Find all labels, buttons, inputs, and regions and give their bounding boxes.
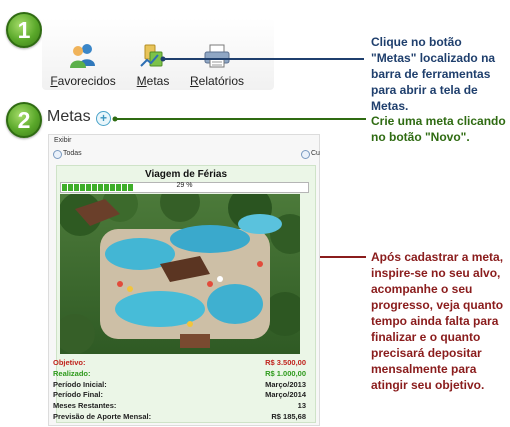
new-goal-button[interactable]: + (96, 111, 111, 126)
goal-detail-label: Período Final: (53, 390, 104, 400)
metas-title: Metas (47, 108, 91, 125)
note-step2: Crie uma meta clicando no botão "Novo". (371, 114, 506, 144)
goal-detail-label: Previsão de Aporte Mensal: (53, 412, 152, 421)
goal-detail-label: Objetivo: (53, 358, 86, 367)
goal-progress-text: 29 % (176, 182, 193, 189)
connector-step1 (160, 56, 364, 62)
goal-detail-value: R$ 1.000,00 (265, 368, 306, 378)
goal-detail-row: Meses Restantes: 13 (53, 401, 306, 410)
goal-progress-bar: 29 % (60, 182, 309, 193)
filter-other-label: Cu (311, 150, 320, 157)
connector-step2 (112, 116, 366, 122)
goal-card[interactable]: Viagem de Férias 29 % Objetivo: R$ 3.500… (53, 165, 316, 423)
goal-detail-row: Objetivo: R$ 3.500,00 (53, 358, 306, 367)
goal-detail-value: Março/2014 (265, 390, 306, 400)
goal-detail-row: Período Final: Março/2014 (53, 390, 306, 399)
goal-detail-label: Meses Restantes: (53, 401, 117, 411)
goal-detail-row: Previsão de Aporte Mensal: R$ 185,68 (53, 412, 306, 421)
goal-detail-row: Realizado: R$ 1.000,00 (53, 369, 306, 378)
goal-detail-value: Março/2013 (265, 379, 306, 389)
goal-detail-label: Período Inicial: (53, 379, 107, 389)
goal-detail-label: Realizado: (53, 368, 91, 378)
filter-label: Exibir (54, 137, 72, 144)
filter-other-radio[interactable] (301, 150, 310, 159)
goal-detail-row: Período Inicial: Março/2013 (53, 380, 306, 389)
note-goal: Após cadastrar a meta, inspire-se no seu… (371, 250, 504, 392)
filter-all-label: Todas (63, 150, 82, 157)
goal-detail-value: R$ 185,68 (271, 412, 306, 421)
filter-all-radio[interactable] (53, 150, 62, 159)
step-2-badge: 2 (6, 102, 42, 138)
note-step1: Clique no botão "Metas" localizado na ba… (371, 35, 496, 113)
goal-image (60, 194, 300, 354)
goal-name: Viagem de Férias (144, 169, 228, 180)
goal-detail-value: R$ 3.500,00 (265, 358, 306, 367)
goal-detail-value: 13 (297, 401, 306, 411)
